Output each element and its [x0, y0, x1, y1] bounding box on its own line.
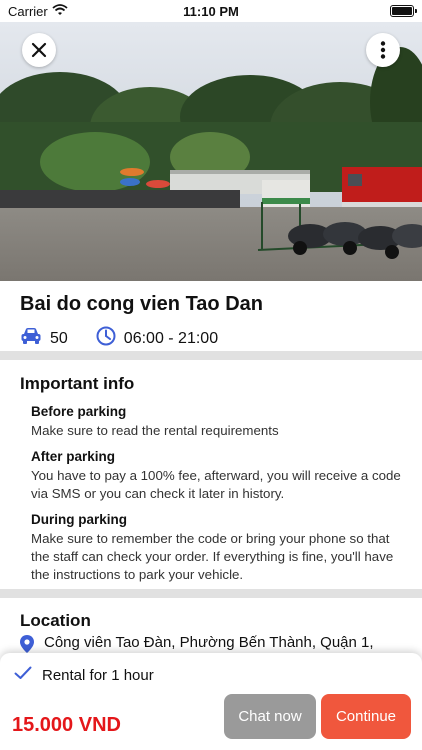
status-time: 11:10 PM — [183, 3, 239, 19]
hero-photo-illustration — [0, 22, 422, 281]
clock-icon — [96, 326, 116, 351]
battery-icon — [390, 5, 417, 17]
chat-now-button[interactable]: Chat now — [224, 694, 316, 739]
info-item-before-parking: Before parking Make sure to read the ren… — [20, 404, 402, 440]
info-item-title: After parking — [31, 449, 116, 464]
important-info-section: Important info Before parking Make sure … — [0, 360, 422, 593]
meta-row: 50 06:00 - 21:00 — [20, 326, 402, 351]
hours-info: 06:00 - 21:00 — [96, 326, 218, 351]
close-icon — [31, 42, 47, 58]
parking-header: Bai do cong vien Tao Dan 50 06:00 - 21:0… — [0, 281, 422, 351]
info-item-during-parking: During parking Make sure to remember the… — [20, 512, 402, 584]
page-title: Bai do cong vien Tao Dan — [20, 293, 263, 315]
continue-button[interactable]: Continue — [321, 694, 411, 739]
more-options-button[interactable] — [366, 33, 400, 67]
close-button[interactable] — [22, 33, 56, 67]
price-label: 15.000 VND — [12, 714, 121, 736]
info-item-text: Make sure to remember the code or bring … — [31, 531, 394, 582]
hours-value: 06:00 - 21:00 — [123, 329, 219, 347]
status-bar: Carrier 11:10 PM — [0, 0, 422, 22]
booking-bar: Rental for 1 hour 15.000 VND Chat now Co… — [0, 653, 422, 750]
checkmark-icon — [14, 666, 32, 684]
rental-label: Rental for 1 hour — [42, 666, 154, 684]
rental-option[interactable]: Rental for 1 hour — [14, 666, 154, 684]
info-item-text: Make sure to read the rental requirement… — [31, 423, 279, 438]
capacity-info: 50 — [20, 327, 68, 350]
divider — [0, 351, 422, 360]
hero-photo — [0, 22, 422, 281]
info-item-title: During parking — [31, 512, 128, 527]
more-vertical-icon — [380, 41, 386, 59]
info-item-text: You have to pay a 100% fee, afterward, y… — [31, 468, 401, 501]
info-item-after-parking: After parking You have to pay a 100% fee… — [20, 449, 402, 503]
info-item-title: Before parking — [31, 404, 127, 419]
car-icon — [20, 327, 42, 350]
location-title: Location — [20, 611, 91, 630]
important-info-title: Important info — [20, 374, 135, 393]
capacity-value: 50 — [50, 329, 68, 347]
